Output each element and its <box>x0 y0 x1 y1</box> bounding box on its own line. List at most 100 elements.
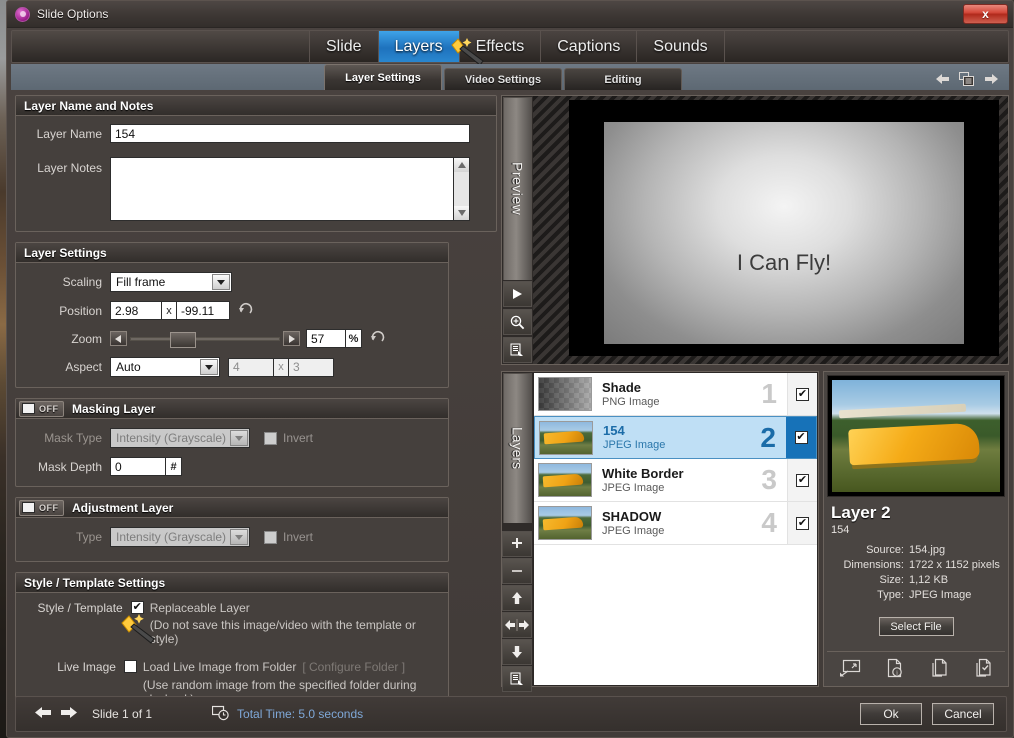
layer-name-row: Layer Name <box>26 124 486 143</box>
position-row: Position x <box>26 301 438 320</box>
zoom-value-input[interactable] <box>306 329 346 348</box>
scroll-up-icon[interactable] <box>454 158 469 172</box>
svg-text:i: i <box>896 669 898 676</box>
tab-captions[interactable]: Captions <box>541 31 638 62</box>
layers-rail-label: Layers <box>503 373 532 523</box>
mask-depth-label: Mask Depth <box>37 459 102 474</box>
arrow-right-icon[interactable] <box>60 706 78 722</box>
aspect-height-input[interactable] <box>288 357 334 377</box>
copy-file-icon[interactable] <box>930 658 949 681</box>
arrow-left-icon[interactable] <box>34 706 52 722</box>
ok-button[interactable]: Ok <box>860 703 922 725</box>
copy-icon[interactable] <box>959 72 975 86</box>
layer-texts: 154 JPEG Image <box>603 423 760 452</box>
scaling-select[interactable]: Fill frame <box>110 272 232 292</box>
aspect-row: Aspect Auto x <box>26 357 438 377</box>
apply-file-icon[interactable] <box>974 658 993 681</box>
add-layer-icon[interactable] <box>502 531 532 557</box>
layer-name: White Border <box>602 465 684 481</box>
layer-notes-textarea[interactable] <box>110 157 454 221</box>
tab-sounds[interactable]: Sounds <box>637 31 725 62</box>
cancel-button[interactable]: Cancel <box>932 703 994 725</box>
zoom-slider-track[interactable] <box>130 331 280 348</box>
replaceable-layer-note: (Do not save this image/video with the t… <box>149 618 416 646</box>
move-down-icon[interactable] <box>502 639 532 665</box>
menu-icon[interactable] <box>503 337 532 363</box>
tab-slide[interactable]: Slide <box>310 31 379 62</box>
masking-layer-toggle[interactable]: OFF <box>19 400 64 417</box>
adjustment-layer-toggle[interactable]: OFF <box>19 499 64 516</box>
layer-name-notes-group: Layer Name and Notes Layer Name Layer No… <box>15 95 497 232</box>
tab-layers[interactable]: Layers <box>378 31 460 62</box>
layer-visibility-checkbox[interactable] <box>794 431 808 444</box>
zoom-slider-right-button[interactable] <box>283 331 300 346</box>
position-separator: x <box>162 301 176 320</box>
layer-texts: White Border JPEG Image <box>602 466 761 495</box>
layer-visibility-checkbox[interactable] <box>796 387 809 401</box>
position-x-input[interactable] <box>110 301 162 320</box>
layer-number: 1 <box>761 378 777 409</box>
table-row[interactable]: SHADOW JPEG Image 4 <box>534 502 817 545</box>
dialog-buttons: Ok Cancel <box>860 703 994 725</box>
aspect-select[interactable]: Auto <box>110 357 220 377</box>
close-button[interactable]: x <box>963 4 1008 24</box>
tab-editing[interactable]: Editing <box>564 68 682 90</box>
adjustment-layer-header: OFF Adjustment Layer <box>16 498 448 518</box>
layer-name-input[interactable] <box>110 124 470 143</box>
select-file-button[interactable]: Select File <box>878 617 954 636</box>
aspect-width-input[interactable] <box>228 357 274 377</box>
tab-video-settings[interactable]: Video Settings <box>444 68 562 90</box>
adjustment-type-select[interactable]: Intensity (Grayscale) <box>110 527 250 547</box>
zoom-in-icon[interactable] <box>503 309 532 335</box>
zoom-slider-left-button[interactable] <box>110 331 127 346</box>
mask-type-select[interactable]: Intensity (Grayscale) <box>110 428 250 448</box>
chevron-down-icon[interactable] <box>200 359 218 375</box>
zoom-slider-thumb[interactable] <box>170 331 196 348</box>
aspect-value: Auto <box>116 360 141 374</box>
file-info-icon[interactable]: i <box>886 658 905 681</box>
remove-layer-icon[interactable] <box>502 558 532 584</box>
configure-folder-link[interactable]: [ Configure Folder ] <box>302 660 405 674</box>
adjustment-invert-checkbox[interactable] <box>264 530 277 544</box>
mask-depth-input[interactable] <box>110 457 166 476</box>
chevron-down-icon[interactable] <box>230 430 248 446</box>
scroll-down-icon[interactable] <box>454 206 469 220</box>
mask-invert-label: Invert <box>283 431 314 445</box>
position-y-input[interactable] <box>176 301 230 320</box>
preview-slide-frame: I Can Fly! <box>569 100 999 356</box>
layer-name: SHADOW <box>602 508 662 524</box>
chevron-down-icon[interactable] <box>212 274 230 290</box>
layer-visibility-checkbox[interactable] <box>796 516 809 530</box>
transform-image-icon[interactable] <box>839 659 861 680</box>
zoom-unit: % <box>346 329 362 348</box>
preview-rail-label: Preview <box>503 97 532 280</box>
layer-visibility-checkbox[interactable] <box>796 473 809 487</box>
zoom-reset-icon[interactable] <box>370 330 385 347</box>
arrow-right-icon[interactable] <box>984 73 999 85</box>
layer-detail-panel: Layer 2 154 Source: 154.jpg Dimensions: … <box>823 371 1009 687</box>
table-row[interactable]: Shade PNG Image 1 <box>534 373 817 416</box>
position-reset-icon[interactable] <box>238 302 253 319</box>
table-row[interactable]: 154 JPEG Image 2 <box>534 416 817 459</box>
chevron-down-icon[interactable] <box>230 529 248 545</box>
zoom-slider[interactable] <box>110 331 300 348</box>
move-horizontal-icon[interactable] <box>502 612 532 638</box>
move-up-icon[interactable] <box>502 585 532 611</box>
masking-layer-title: Masking Layer <box>72 401 156 416</box>
tab-layer-settings[interactable]: Layer Settings <box>324 64 442 90</box>
zoom-row: Zoom % <box>26 329 438 348</box>
aspect-label: Aspect <box>65 360 102 374</box>
tab-effects[interactable]: Effects <box>459 31 542 62</box>
layers-list[interactable]: Shade PNG Image 1 154 JPEG Image 2 <box>534 373 817 685</box>
mask-type-value: Intensity (Grayscale) <box>116 431 227 445</box>
layer-menu-icon[interactable] <box>502 666 532 692</box>
replaceable-layer-checkbox[interactable] <box>130 601 144 614</box>
mask-invert-checkbox[interactable] <box>264 431 277 445</box>
play-icon[interactable] <box>503 281 532 307</box>
arrow-left-icon[interactable] <box>935 73 950 85</box>
table-row[interactable]: White Border JPEG Image 3 <box>534 459 817 502</box>
layer-notes-scrollbar[interactable] <box>454 157 470 221</box>
live-image-checkbox[interactable] <box>123 660 137 673</box>
preview-stage[interactable]: I Can Fly! <box>533 96 1008 364</box>
masking-layer-group: OFF Masking Layer Mask Type Intensity (G… <box>15 398 449 487</box>
